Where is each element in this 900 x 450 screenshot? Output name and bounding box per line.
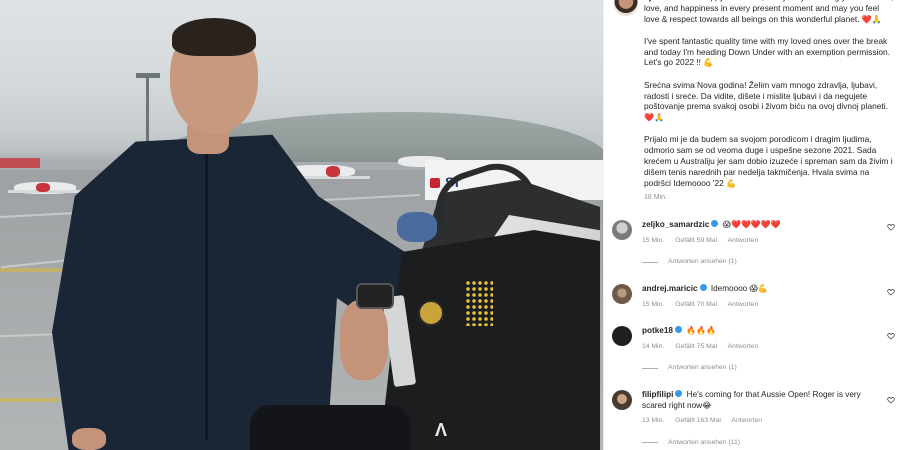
view-replies-label: Antworten ansehen (1) [668, 364, 737, 371]
caption-line-1: Happy New Year, everybody! Wishing you a… [644, 0, 893, 24]
comment-emoji: 😱❤️❤️❤️❤️❤️ [722, 220, 781, 229]
comments-panel[interactable]: djokernole Happy New Year, everybody! Wi… [603, 0, 900, 450]
caption-paragraph-3: Srećna svima Nova godina! Želim vam mnog… [644, 79, 888, 112]
caption-emoji: ❤️🙏 [644, 113, 664, 123]
post-caption: djokernole Happy New Year, everybody! Wi… [614, 0, 894, 204]
tennis-bag-badge-icon [418, 300, 444, 326]
commenter-avatar[interactable] [612, 390, 632, 410]
view-replies-button[interactable]: Antworten ansehen (1) [642, 363, 880, 374]
caption-emoji: 💪 [726, 178, 737, 188]
commenter-username[interactable]: potke18 [642, 326, 673, 335]
comment-likes[interactable]: Gefällt 75 Mal [675, 343, 717, 350]
comment-item: potke18 🔥🔥🔥 14 Min. Gefällt 75 Mal Antwo… [612, 326, 897, 374]
post-photo[interactable]: SI HEAD Λ [0, 0, 603, 450]
commenter-avatar[interactable] [612, 284, 632, 304]
comment-item: andrej.maricic Idemoooo 😱💪 15 Min. Gefäl… [612, 284, 897, 310]
comment-time: 15 Min. [642, 236, 665, 244]
view-replies-label: Antworten ansehen (11) [668, 438, 741, 446]
commenter-username[interactable]: zeljko_samardzic [642, 220, 709, 229]
commenter-avatar[interactable] [612, 326, 632, 346]
tennis-bag-dot-pattern [465, 280, 493, 326]
reply-button[interactable]: Antworten [728, 343, 759, 350]
replies-divider [642, 442, 658, 444]
jet-plane-tail [326, 166, 340, 177]
comment-likes[interactable]: Gefällt 70 Mal [675, 301, 717, 308]
tarmac-yellow-marking [0, 268, 70, 272]
view-replies-label: Antworten ansehen (1) [668, 258, 737, 265]
caption-timestamp: 18 Min. [644, 194, 667, 202]
comment-emoji: 😂 [702, 400, 712, 410]
comment-emoji: 🔥🔥🔥 [686, 326, 717, 335]
tennis-bag-blue-patch [397, 212, 437, 242]
caption-paragraph-4: Prijalo mi je da budem sa svojom porodic… [644, 134, 893, 188]
wristwatch [356, 283, 394, 309]
tennis-bag-front [380, 230, 600, 450]
comment-item: zeljko_samardzic 😱❤️❤️❤️❤️❤️ 15 Min. Gef… [612, 220, 897, 268]
like-heart-icon[interactable] [887, 223, 895, 231]
author-avatar[interactable] [614, 0, 638, 16]
caption-emoji: 💪 [703, 58, 714, 68]
verified-badge-icon [675, 390, 683, 397]
view-replies-button[interactable]: Antworten ansehen (1) [642, 257, 880, 268]
comment-likes[interactable]: Gefällt 59 Mal [675, 237, 717, 244]
verified-badge-icon [674, 326, 682, 333]
replies-divider [642, 261, 658, 263]
floor-bag [250, 405, 410, 450]
small-plane-stripe [36, 183, 50, 192]
comment-time: 14 Min. [642, 342, 665, 350]
verified-badge-icon [711, 220, 719, 227]
commenter-username[interactable]: andrej.maricic [642, 284, 698, 293]
caption-emoji: ❤️🙏 [861, 14, 882, 24]
replies-divider [642, 367, 658, 369]
comment-text: Idemoooo [710, 284, 748, 293]
comment-emoji: 😱💪 [749, 284, 768, 293]
sweater-zipper [205, 150, 208, 440]
verified-badge-icon [699, 284, 707, 291]
reply-button[interactable]: Antworten [728, 301, 759, 308]
like-heart-icon[interactable] [887, 288, 895, 296]
reply-button[interactable]: Antworten [728, 237, 759, 244]
person-hand [340, 300, 388, 380]
person-hair [172, 18, 256, 56]
reply-button[interactable]: Antworten [731, 417, 762, 424]
like-heart-icon[interactable] [887, 332, 895, 340]
airline-logo-icon [430, 178, 440, 188]
head-logo-icon: Λ [435, 420, 448, 440]
caption-paragraph-2: I've spent fantastic quality time with m… [644, 35, 891, 68]
comment-time: 15 Min. [642, 300, 665, 308]
commenter-avatar[interactable] [612, 220, 632, 240]
author-username[interactable]: djokernole [644, 0, 686, 2]
person-left-hand [72, 428, 106, 450]
comment-likes[interactable]: Gefällt 163 Mal [675, 417, 721, 424]
comment-time: 13 Min. [642, 417, 665, 424]
tarmac-yellow-marking [0, 398, 60, 402]
view-replies-button[interactable]: Antworten ansehen (11) [642, 438, 880, 449]
red-barrier [0, 158, 40, 168]
like-heart-icon[interactable] [887, 396, 895, 404]
comment-item: filipfilipi He's coming for that Aussie … [612, 390, 897, 448]
commenter-username[interactable]: filipfilipi [642, 390, 673, 399]
